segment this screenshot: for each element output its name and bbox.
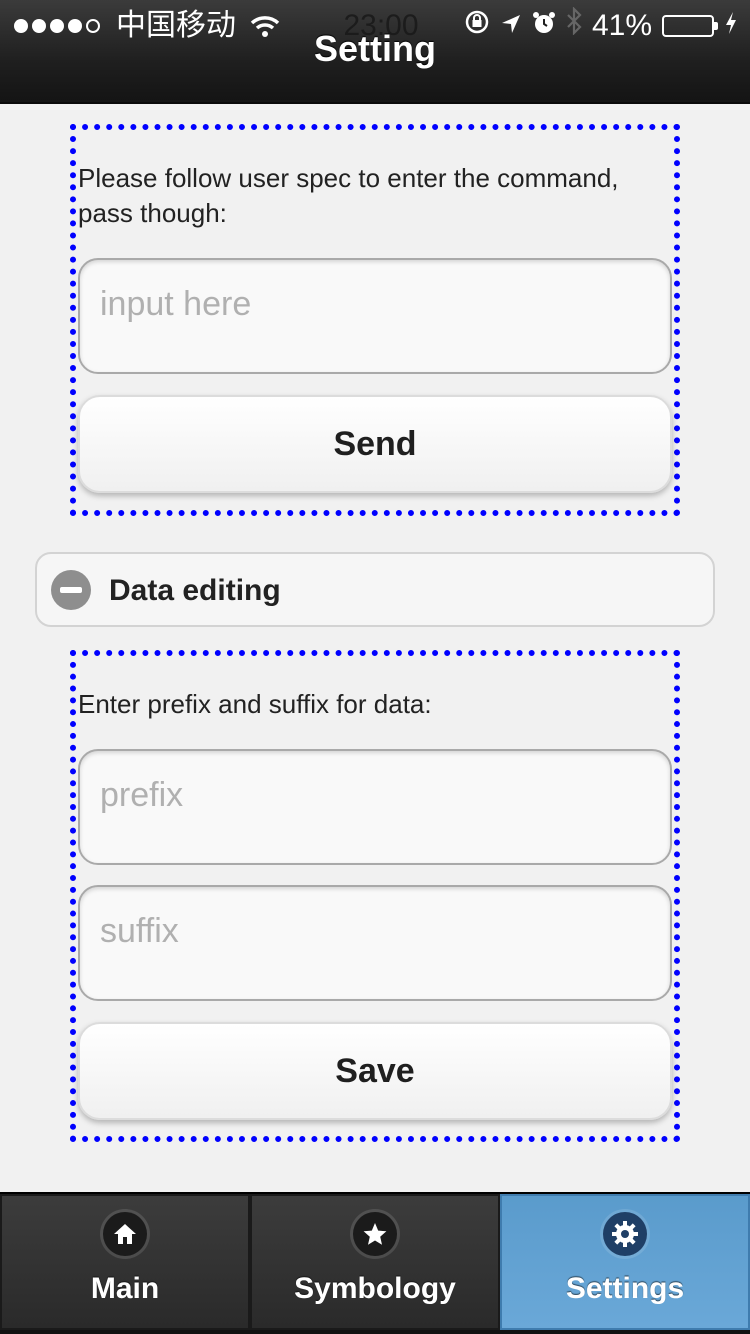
- tab-label: Settings: [565, 1272, 685, 1305]
- prefix-input[interactable]: prefix: [78, 749, 672, 865]
- command-instruction: Please follow user spec to enter the com…: [78, 163, 619, 228]
- tab-settings[interactable]: Settings: [500, 1194, 750, 1330]
- data-editing-collapsible[interactable]: Data editing: [35, 552, 715, 627]
- data-instruction: Enter prefix and suffix for data:: [78, 689, 432, 719]
- tab-main[interactable]: Main: [0, 1194, 250, 1330]
- send-button[interactable]: Send: [78, 395, 672, 493]
- tab-bar: Main Symbology Settings: [0, 1192, 750, 1334]
- page-title: Setting: [314, 28, 436, 69]
- gear-icon: [603, 1212, 647, 1256]
- save-button[interactable]: Save: [78, 1022, 672, 1120]
- header-bar: 中国移动 23:00 41% Setting: [0, 0, 750, 104]
- home-icon: [103, 1212, 147, 1256]
- tab-label: Symbology: [294, 1272, 456, 1305]
- suffix-input[interactable]: suffix: [78, 885, 672, 1001]
- command-input[interactable]: input here: [78, 258, 672, 374]
- collapsible-label: Data editing: [109, 574, 281, 607]
- minus-icon: [51, 570, 91, 610]
- tab-label: Main: [90, 1272, 160, 1305]
- star-icon: [353, 1212, 397, 1256]
- tab-symbology[interactable]: Symbology: [250, 1194, 500, 1330]
